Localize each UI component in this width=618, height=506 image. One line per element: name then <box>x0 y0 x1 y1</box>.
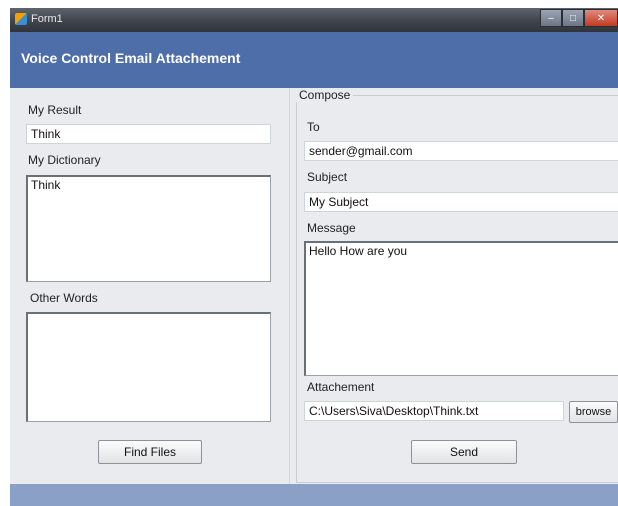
footer-bar <box>10 484 618 506</box>
header-banner: Voice Control Email Attachement <box>10 32 618 88</box>
maximize-icon[interactable]: □ <box>562 9 584 27</box>
window-controls: – □ ✕ <box>540 8 618 28</box>
other-words-label: Other Words <box>30 291 98 305</box>
app-icon <box>15 13 27 25</box>
compose-group-label: Compose <box>296 88 354 102</box>
attachment-path-field[interactable]: C:\Users\Siva\Desktop\Think.txt <box>304 401 564 421</box>
title-bar[interactable]: Form1 – □ ✕ <box>10 8 618 32</box>
page-title: Voice Control Email Attachement <box>21 50 241 66</box>
main-window: Form1 – □ ✕ Voice Control Email Attachem… <box>10 8 618 506</box>
to-label: To <box>307 120 320 134</box>
panel-divider <box>289 88 290 484</box>
message-textarea[interactable]: Hello How are you <box>304 241 618 376</box>
minimize-icon[interactable]: – <box>540 9 562 27</box>
my-dictionary-list[interactable]: Think <box>26 175 271 282</box>
find-files-button[interactable]: Find Files <box>98 440 202 464</box>
my-result-label: My Result <box>28 103 82 117</box>
attachment-label: Attachement <box>307 380 375 394</box>
my-dictionary-label: My Dictionary <box>28 153 101 167</box>
window-title: Form1 <box>31 13 63 25</box>
my-result-field[interactable]: Think <box>26 124 271 144</box>
browse-button[interactable]: browse <box>569 401 618 423</box>
to-field[interactable]: sender@gmail.com <box>304 141 618 161</box>
subject-field[interactable]: My Subject <box>304 192 618 212</box>
message-label: Message <box>307 221 356 235</box>
send-button[interactable]: Send <box>411 440 517 464</box>
subject-label: Subject <box>307 170 348 184</box>
close-icon[interactable]: ✕ <box>584 9 618 27</box>
other-words-list[interactable] <box>26 312 271 422</box>
